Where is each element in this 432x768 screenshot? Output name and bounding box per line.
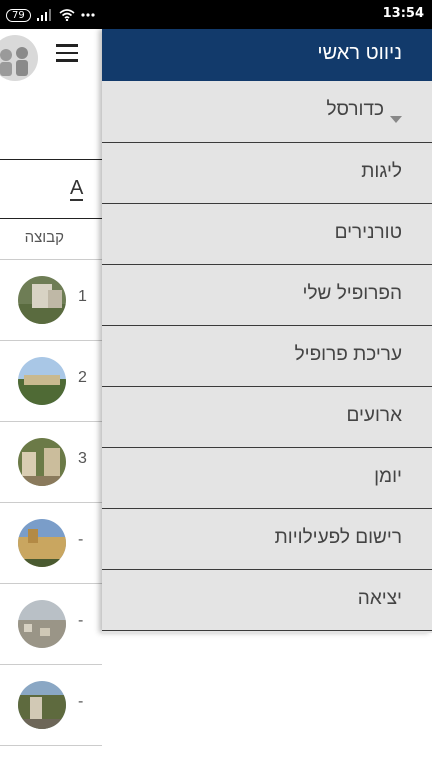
rank: -	[78, 612, 84, 629]
menu-item-label: כדורסל	[326, 99, 384, 120]
menu-item-leagues[interactable]: ליגות	[102, 143, 432, 204]
chevron-down-icon	[390, 108, 402, 127]
drawer-header: ניווט ראשי	[102, 29, 432, 81]
font-size-row: A	[0, 160, 102, 219]
clock: 13:54	[382, 6, 424, 21]
team-photo	[18, 357, 66, 405]
rank: 3	[78, 450, 87, 467]
battery-badge: 79	[6, 8, 31, 22]
status-bar: 79 13:54	[0, 0, 432, 29]
rank: -	[78, 531, 84, 548]
menu-item-my-profile[interactable]: הפרופיל שלי	[102, 265, 432, 326]
menu-item-events[interactable]: ארועים	[102, 387, 432, 448]
menu-item-label: טורנירים	[334, 222, 402, 243]
menu-item-label: ארועים	[346, 405, 402, 426]
wifi-icon	[59, 9, 75, 21]
menu-item-tournaments[interactable]: טורנירים	[102, 204, 432, 265]
table-row[interactable]: -	[0, 584, 102, 665]
column-header-team: קבוצה	[24, 229, 64, 246]
table-header: קבוצה	[0, 219, 102, 260]
status-icons: 79	[6, 6, 95, 24]
menu-item-label: עריכת פרופיל	[294, 344, 402, 365]
rank: 1	[78, 288, 87, 305]
table-row[interactable]: 3	[0, 422, 102, 503]
group-avatar[interactable]	[0, 35, 38, 81]
team-photo	[18, 276, 66, 324]
table-row[interactable]: 2	[0, 341, 102, 422]
team-photo	[18, 519, 66, 567]
menu-item-calendar[interactable]: יומן	[102, 448, 432, 509]
menu-item-label: יומן	[374, 466, 402, 487]
table-row[interactable]: -	[0, 665, 102, 746]
background-screen: A קבוצה 1 2 3 - - -	[0, 29, 102, 768]
menu-item-edit-profile[interactable]: עריכת פרופיל	[102, 326, 432, 387]
menu-item-basketball[interactable]: כדורסל	[102, 81, 432, 143]
table-row[interactable]: -	[0, 503, 102, 584]
team-photo	[18, 681, 66, 729]
rank: 2	[78, 369, 87, 386]
menu-item-activity-registration[interactable]: רישום לפעילויות	[102, 509, 432, 570]
drawer-title: ניווט ראשי	[317, 42, 402, 64]
team-photo	[18, 600, 66, 648]
more-dots-icon	[81, 13, 95, 17]
table-row[interactable]: 1	[0, 260, 102, 341]
screen-header	[0, 29, 102, 160]
menu-hamburger-icon[interactable]	[56, 44, 78, 62]
navigation-drawer: ניווט ראשי כדורסל ליגות טורנירים הפרופיל…	[102, 29, 432, 633]
menu-item-label: ליגות	[361, 161, 402, 182]
signal-icon	[36, 9, 53, 21]
menu-item-logout[interactable]: יציאה	[102, 570, 432, 631]
team-photo	[18, 438, 66, 486]
menu-item-label: יציאה	[357, 588, 402, 609]
menu-item-label: הפרופיל שלי	[302, 283, 402, 304]
team-list: 1 2 3 - - -	[0, 260, 102, 746]
font-size-toggle[interactable]: A	[70, 178, 84, 201]
rank: -	[78, 693, 84, 710]
menu-item-label: רישום לפעילויות	[274, 527, 402, 548]
